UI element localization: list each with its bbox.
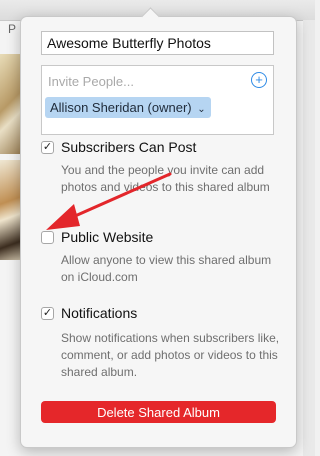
public-website-label[interactable]: Public Website — [61, 229, 153, 245]
subscribers-can-post-label[interactable]: Subscribers Can Post — [61, 139, 196, 155]
background-scroll-area — [303, 20, 315, 456]
public-website-description: Allow anyone to view this shared album o… — [61, 253, 272, 284]
notifications-label[interactable]: Notifications — [61, 305, 137, 321]
notifications-description: Show notifications when subscribers like… — [61, 331, 280, 379]
owner-token[interactable]: Allison Sheridan (owner) ⌄ — [45, 97, 211, 118]
album-name-field[interactable] — [41, 31, 274, 55]
shared-album-popover: + Allison Sheridan (owner) ⌄ ✓ Subscribe… — [20, 7, 297, 448]
subscribers-can-post-checkbox[interactable]: ✓ — [41, 141, 54, 154]
invite-people-input[interactable] — [46, 73, 240, 90]
background-label: P — [8, 22, 17, 36]
owner-name: Allison Sheridan (owner) — [50, 100, 192, 115]
chevron-down-icon: ⌄ — [197, 104, 206, 115]
plus-circle-icon[interactable]: + — [251, 72, 267, 88]
public-website-checkbox[interactable] — [41, 231, 54, 244]
subscribers-can-post-description: You and the people you invite can add ph… — [61, 163, 270, 194]
invite-people-box[interactable]: + Allison Sheridan (owner) ⌄ — [41, 65, 274, 135]
delete-shared-album-button[interactable]: Delete Shared Album — [41, 401, 276, 423]
notifications-checkbox[interactable]: ✓ — [41, 307, 54, 320]
